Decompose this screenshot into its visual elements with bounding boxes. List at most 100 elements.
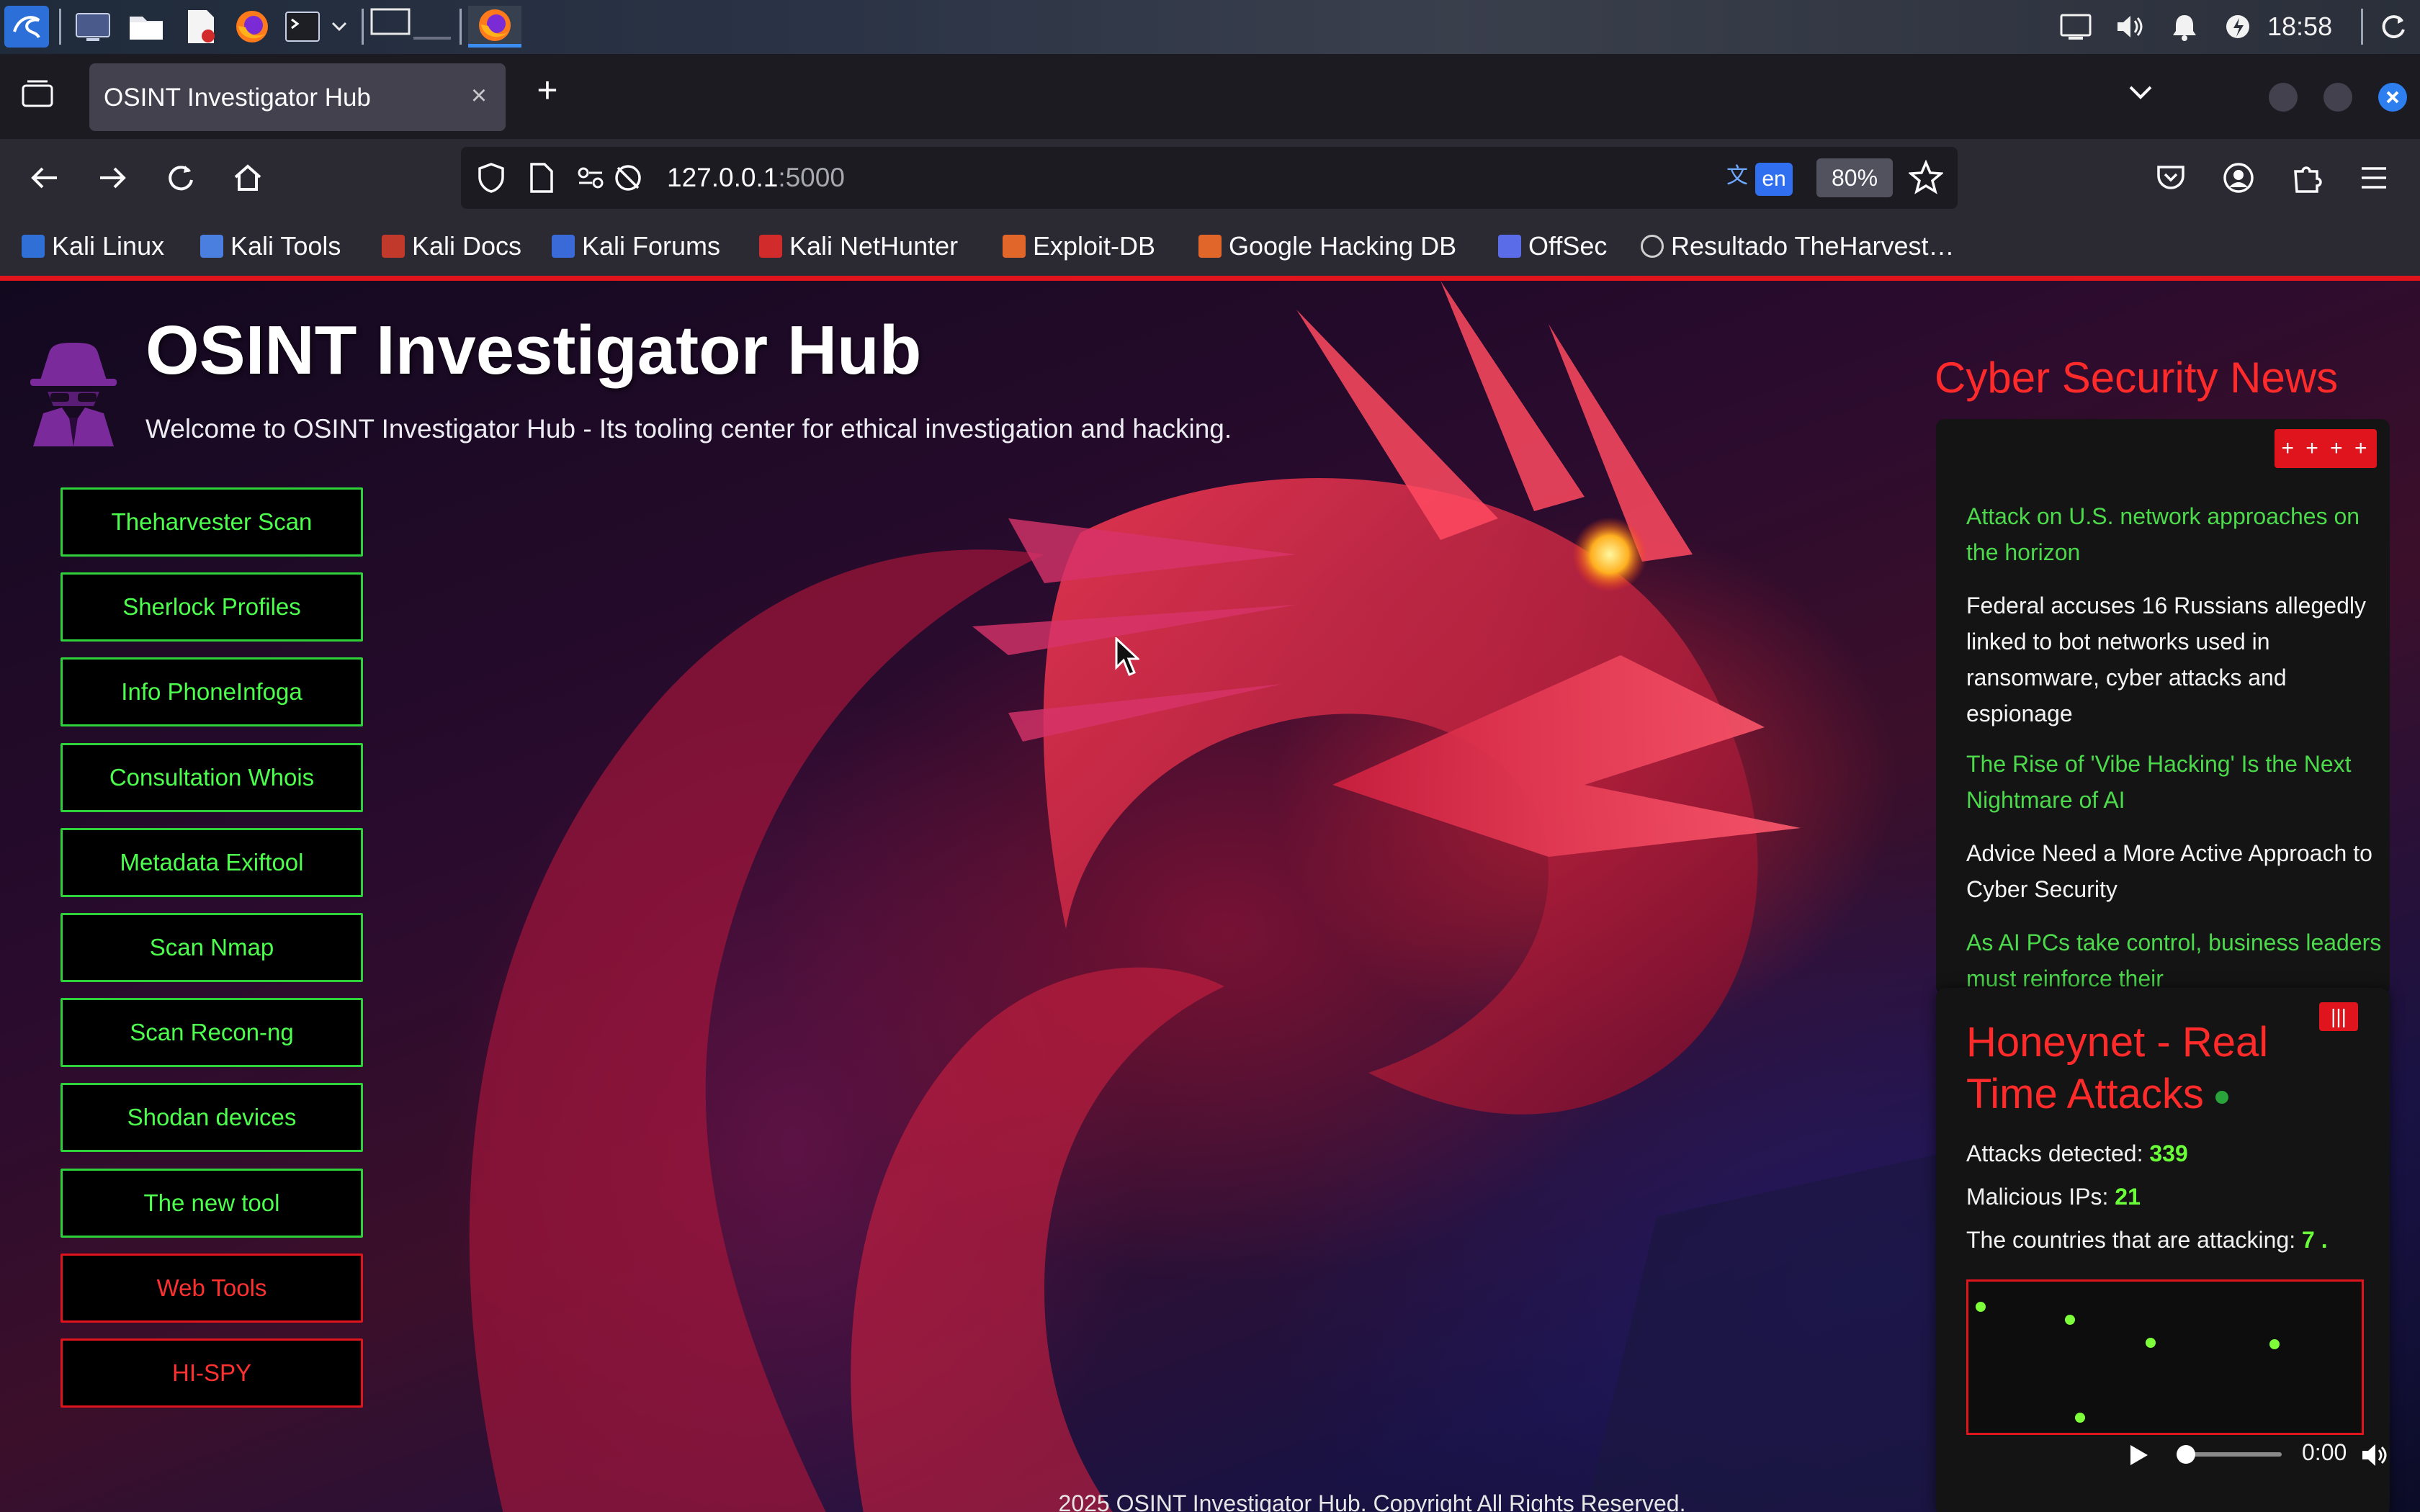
os-taskbar: 18:58 xyxy=(0,0,2420,54)
news-item[interactable]: Attack on U.S. network approaches on the… xyxy=(1966,498,2384,570)
bookmark-google-hacking-db[interactable]: Google Hacking DB xyxy=(1198,228,1456,264)
home-button[interactable] xyxy=(225,155,271,201)
terminal-icon[interactable] xyxy=(282,6,323,48)
forward-button[interactable] xyxy=(89,155,135,201)
workspace-2[interactable] xyxy=(412,6,452,48)
url-bar[interactable]: 127.0.0.1:5000 文 en 80% xyxy=(461,147,1958,209)
bookmark-label: Kali NetHunter xyxy=(789,231,959,261)
desktop-icon[interactable] xyxy=(72,6,114,48)
recon-ng-button[interactable]: Scan Recon-ng xyxy=(60,998,363,1067)
news-toggle-button[interactable]: + + + + xyxy=(2275,429,2377,468)
display-icon[interactable] xyxy=(2058,6,2093,48)
attack-point xyxy=(2269,1339,2280,1349)
minimize-button[interactable] xyxy=(2269,83,2298,112)
bookmark-label: Kali Forums xyxy=(582,231,721,261)
taskbar-separator xyxy=(362,9,364,45)
taskbar-separator xyxy=(460,9,462,45)
bookmark-label: Kali Tools xyxy=(230,231,341,261)
firefox-view-icon[interactable] xyxy=(20,78,56,110)
chevron-down-icon[interactable] xyxy=(327,6,351,48)
news-item[interactable]: As AI PCs take control, business leaders… xyxy=(1966,924,2384,995)
exiftool-button[interactable]: Metadata Exiftool xyxy=(60,828,363,897)
bookmark-kali-docs[interactable]: Kali Docs xyxy=(382,228,521,264)
reload-button[interactable] xyxy=(157,155,203,201)
web-tools-button[interactable]: Web Tools xyxy=(60,1254,363,1323)
phoneinfoga-button[interactable]: Info PhoneInfoga xyxy=(60,657,363,726)
volume-icon[interactable] xyxy=(2113,6,2148,48)
honeynet-title: Honeynet - Real Time Attacks xyxy=(1966,1017,2341,1120)
audio-progress-track[interactable] xyxy=(2181,1452,2282,1457)
page-title: OSINT Investigator Hub xyxy=(145,312,922,389)
new-tab-button[interactable]: + xyxy=(527,70,568,110)
hi-spy-button[interactable]: HI-SPY xyxy=(60,1338,363,1408)
spy-logo-icon xyxy=(30,343,117,446)
offsec-icon xyxy=(1498,235,1521,258)
whois-button[interactable]: Consultation Whois xyxy=(60,743,363,812)
sherlock-profiles-button[interactable]: Sherlock Profiles xyxy=(60,572,363,642)
text-editor-icon[interactable] xyxy=(180,6,220,48)
workspace-1[interactable] xyxy=(370,6,411,48)
page-footer: 2025 OSINT Investigator Hub. Copyright A… xyxy=(1058,1490,1686,1512)
news-heading: Cyber Security News xyxy=(1935,354,2339,402)
bookmarks-toolbar: Kali Linux Kali Tools Kali Docs Kali For… xyxy=(0,217,2420,276)
news-panel[interactable]: + + + + Attack on U.S. network approache… xyxy=(1936,419,2390,995)
bookmark-kali-linux[interactable]: Kali Linux xyxy=(22,228,164,264)
bookmark-resultado-theharvester[interactable]: Resultado TheHarvest… xyxy=(1641,228,1955,264)
kali-linux-icon xyxy=(22,235,45,258)
new-tool-button[interactable]: The new tool xyxy=(60,1169,363,1238)
files-icon[interactable] xyxy=(125,6,167,48)
honeynet-panel: ||| Honeynet - Real Time Attacks Attacks… xyxy=(1936,988,2390,1512)
tab-close-icon[interactable]: × xyxy=(462,78,496,114)
maximize-button[interactable] xyxy=(2323,83,2352,112)
malicious-ips-label: Malicious IPs: xyxy=(1966,1184,2115,1210)
bookmark-kali-tools[interactable]: Kali Tools xyxy=(200,228,341,264)
bookmark-offsec[interactable]: OffSec xyxy=(1498,228,1607,264)
permissions-icon[interactable] xyxy=(576,161,651,198)
tab-title: OSINT Investigator Hub xyxy=(104,84,371,112)
close-window-button[interactable] xyxy=(2378,83,2407,112)
bookmark-star-icon[interactable] xyxy=(1907,159,1948,199)
volume-icon[interactable] xyxy=(2360,1441,2388,1470)
browser-navbar: 127.0.0.1:5000 文 en 80% xyxy=(0,139,2420,217)
menu-hamburger-icon[interactable] xyxy=(2351,155,2397,201)
live-status-dot xyxy=(2215,1090,2228,1104)
attacks-detected-label: Attacks detected: xyxy=(1966,1140,2150,1166)
account-icon[interactable] xyxy=(2215,155,2262,201)
url-text[interactable]: 127.0.0.1:5000 xyxy=(667,163,845,193)
shodan-button[interactable]: Shodan devices xyxy=(60,1083,363,1152)
firefox-window-icon[interactable] xyxy=(468,6,521,48)
zoom-level[interactable]: 80% xyxy=(1816,158,1893,197)
bookmark-label: Google Hacking DB xyxy=(1229,231,1457,261)
exploit-db-icon xyxy=(1003,235,1026,258)
audio-progress-handle[interactable] xyxy=(2177,1445,2195,1464)
bookmark-kali-nethunter[interactable]: Kali NetHunter xyxy=(759,228,958,264)
bookmark-kali-forums[interactable]: Kali Forums xyxy=(552,228,720,264)
audio-player: 0:00 xyxy=(2102,1425,2390,1482)
extensions-icon[interactable] xyxy=(2283,155,2329,201)
kali-menu-icon[interactable] xyxy=(4,6,49,48)
tab-list-chevron-icon[interactable] xyxy=(2123,74,2158,109)
translate-button[interactable]: 文 en xyxy=(1725,160,1796,197)
power-icon[interactable] xyxy=(2221,6,2254,48)
clock: 18:58 xyxy=(2267,12,2333,41)
news-item[interactable]: The Rise of 'Vibe Hacking' Is the Next N… xyxy=(1966,746,2384,818)
web-page: OSINT Investigator Hub Welcome to OSINT … xyxy=(0,276,2420,1512)
back-button[interactable] xyxy=(22,155,68,201)
attack-map[interactable] xyxy=(1966,1279,2364,1435)
bookmark-exploit-db[interactable]: Exploit-DB xyxy=(1003,228,1155,264)
firefox-icon[interactable] xyxy=(232,6,272,48)
notification-bell-icon[interactable] xyxy=(2168,6,2201,48)
attack-point xyxy=(1976,1302,1986,1312)
theharvester-scan-button[interactable]: Theharvester Scan xyxy=(60,487,363,557)
dragon-background-image xyxy=(469,281,1981,1512)
news-item[interactable]: Advice Need a More Active Approach to Cy… xyxy=(1966,835,2384,907)
pocket-icon[interactable] xyxy=(2148,155,2194,201)
shield-icon[interactable] xyxy=(475,161,507,198)
nmap-button[interactable]: Scan Nmap xyxy=(60,913,363,982)
url-host: 127.0.0.1 xyxy=(667,163,779,192)
news-item[interactable]: Federal accuses 16 Russians allegedly li… xyxy=(1966,588,2384,732)
tab-osint-hub[interactable]: OSINT Investigator Hub × xyxy=(89,63,506,131)
refresh-icon[interactable] xyxy=(2374,6,2413,48)
attack-point xyxy=(2146,1338,2156,1348)
play-icon[interactable] xyxy=(2123,1441,2152,1470)
